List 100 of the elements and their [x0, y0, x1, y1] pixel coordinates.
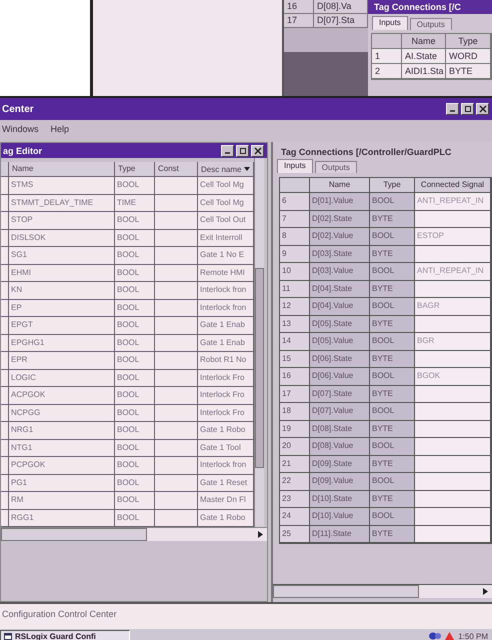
- table-cell: SG1: [9, 247, 115, 264]
- column-header: Type: [370, 178, 415, 193]
- table-cell: BOOL: [115, 300, 155, 317]
- table-cell: PCPGOK: [9, 457, 115, 474]
- table-cell: BOOL: [115, 370, 155, 387]
- table-cell: BOOL: [115, 510, 155, 527]
- table-cell: EPR: [9, 352, 115, 370]
- table-cell: [155, 194, 198, 212]
- table-cell: [155, 177, 198, 194]
- column-header: Const: [155, 162, 198, 177]
- table-cell: BYTE: [370, 280, 415, 298]
- table-cell: BOOL: [370, 508, 415, 526]
- table-cell: DISLSOK: [9, 230, 115, 247]
- table-cell: D[02].State: [310, 210, 370, 228]
- table-cell: BOOL: [115, 404, 155, 422]
- minimize-icon: [450, 110, 456, 112]
- row-number: 18: [280, 403, 310, 420]
- row-number: 10: [280, 263, 310, 280]
- table-cell: [155, 474, 198, 492]
- right-arrow-icon[interactable]: [483, 588, 488, 595]
- row-number: 19: [280, 420, 310, 438]
- scrollbar-thumb[interactable]: [1, 528, 147, 541]
- table-cell: LOGIC: [9, 370, 115, 387]
- row-number: 2: [372, 64, 402, 79]
- tab[interactable]: Inputs: [277, 159, 313, 173]
- table-cell: D[08].State: [310, 420, 370, 438]
- horizontal-scrollbar[interactable]: [1, 527, 267, 541]
- table-cell: BOOL: [115, 492, 155, 510]
- window-icon: [4, 632, 12, 640]
- tab[interactable]: Outputs: [410, 18, 452, 30]
- taskbar-item[interactable]: RSLogix Guard Confi: [0, 630, 130, 640]
- table-cell: BOOL: [115, 422, 155, 440]
- row-number: 8: [280, 228, 310, 246]
- table-cell: BYTE: [370, 316, 415, 333]
- maximize-button[interactable]: [236, 144, 249, 156]
- close-button[interactable]: [251, 144, 264, 156]
- network-icon[interactable]: [429, 632, 442, 640]
- menu-item[interactable]: Help: [50, 123, 70, 135]
- scrollbar-thumb[interactable]: [255, 268, 264, 468]
- warning-icon[interactable]: [445, 632, 454, 640]
- horizontal-scrollbar[interactable]: [273, 584, 492, 598]
- row-number: 7: [280, 210, 310, 228]
- table-cell: BOOL: [370, 403, 415, 420]
- table-cell: D[09].State: [310, 456, 370, 473]
- table-cell: ACPGOK: [9, 387, 115, 404]
- taskbar-label: RSLogix Guard Confi: [15, 632, 96, 640]
- table-cell: D[04].Value: [310, 298, 370, 316]
- row-number: 1: [372, 49, 402, 64]
- table-cell: RM: [9, 492, 115, 510]
- tab[interactable]: Outputs: [314, 161, 357, 173]
- dropdown-arrow-icon[interactable]: [244, 167, 250, 171]
- table-cell: D[03].State: [310, 246, 370, 263]
- table-cell: [155, 457, 198, 474]
- table-cell: BOOL: [115, 352, 155, 370]
- column-label: Desc name: [201, 164, 242, 174]
- menu-item[interactable]: Windows: [2, 123, 39, 135]
- minimize-button[interactable]: [446, 103, 459, 115]
- vertical-scrollbar[interactable]: [254, 158, 264, 527]
- table-cell: [155, 264, 198, 282]
- table-cell: BOOL: [370, 193, 415, 210]
- table-cell: BOOL: [115, 474, 155, 492]
- window-title: Center: [2, 104, 34, 114]
- table-cell: D[10].State: [310, 490, 370, 508]
- table-cell: [155, 387, 198, 404]
- row-number: 23: [280, 490, 310, 508]
- table-cell: BOOL: [115, 230, 155, 247]
- table-cell: TIME: [115, 194, 155, 212]
- row-number: 17: [280, 386, 310, 403]
- column-header[interactable]: Desc name: [198, 162, 254, 177]
- table-cell: EPGT: [9, 317, 115, 334]
- tab[interactable]: Inputs: [372, 16, 408, 30]
- table-cell: [155, 492, 198, 510]
- row-number: 9: [280, 246, 310, 263]
- table-cell: D[07].State: [310, 386, 370, 403]
- table-cell: [155, 422, 198, 440]
- right-arrow-icon[interactable]: [258, 531, 263, 538]
- table-cell: NTG1: [9, 440, 115, 457]
- table-cell: BGR: [415, 333, 491, 350]
- table-cell: [155, 230, 198, 247]
- column-header: Connected Signal: [415, 178, 491, 193]
- row-number: 16: [284, 0, 314, 13]
- table-cell: STMMT_DELAY_TIME: [9, 194, 115, 212]
- row-number: 15: [280, 350, 310, 368]
- table-cell: NRG1: [9, 422, 115, 440]
- close-button[interactable]: [476, 103, 489, 115]
- table-cell: BYTE: [446, 64, 491, 79]
- restore-icon: [464, 105, 472, 113]
- row-number: 21: [280, 456, 310, 473]
- scrollbar-thumb[interactable]: [273, 585, 419, 598]
- table-cell: [155, 317, 198, 334]
- table-cell: [155, 370, 198, 387]
- restore-button[interactable]: [461, 103, 474, 115]
- row-number: 17: [284, 14, 314, 27]
- minimize-button[interactable]: [221, 144, 234, 156]
- table-cell: BOOL: [115, 212, 155, 230]
- table-cell: D[06].State: [310, 350, 370, 368]
- table-cell: PG1: [9, 474, 115, 492]
- row-number: 24: [280, 508, 310, 526]
- table-cell: D[02].Value: [310, 228, 370, 246]
- table-cell: BOOL: [115, 440, 155, 457]
